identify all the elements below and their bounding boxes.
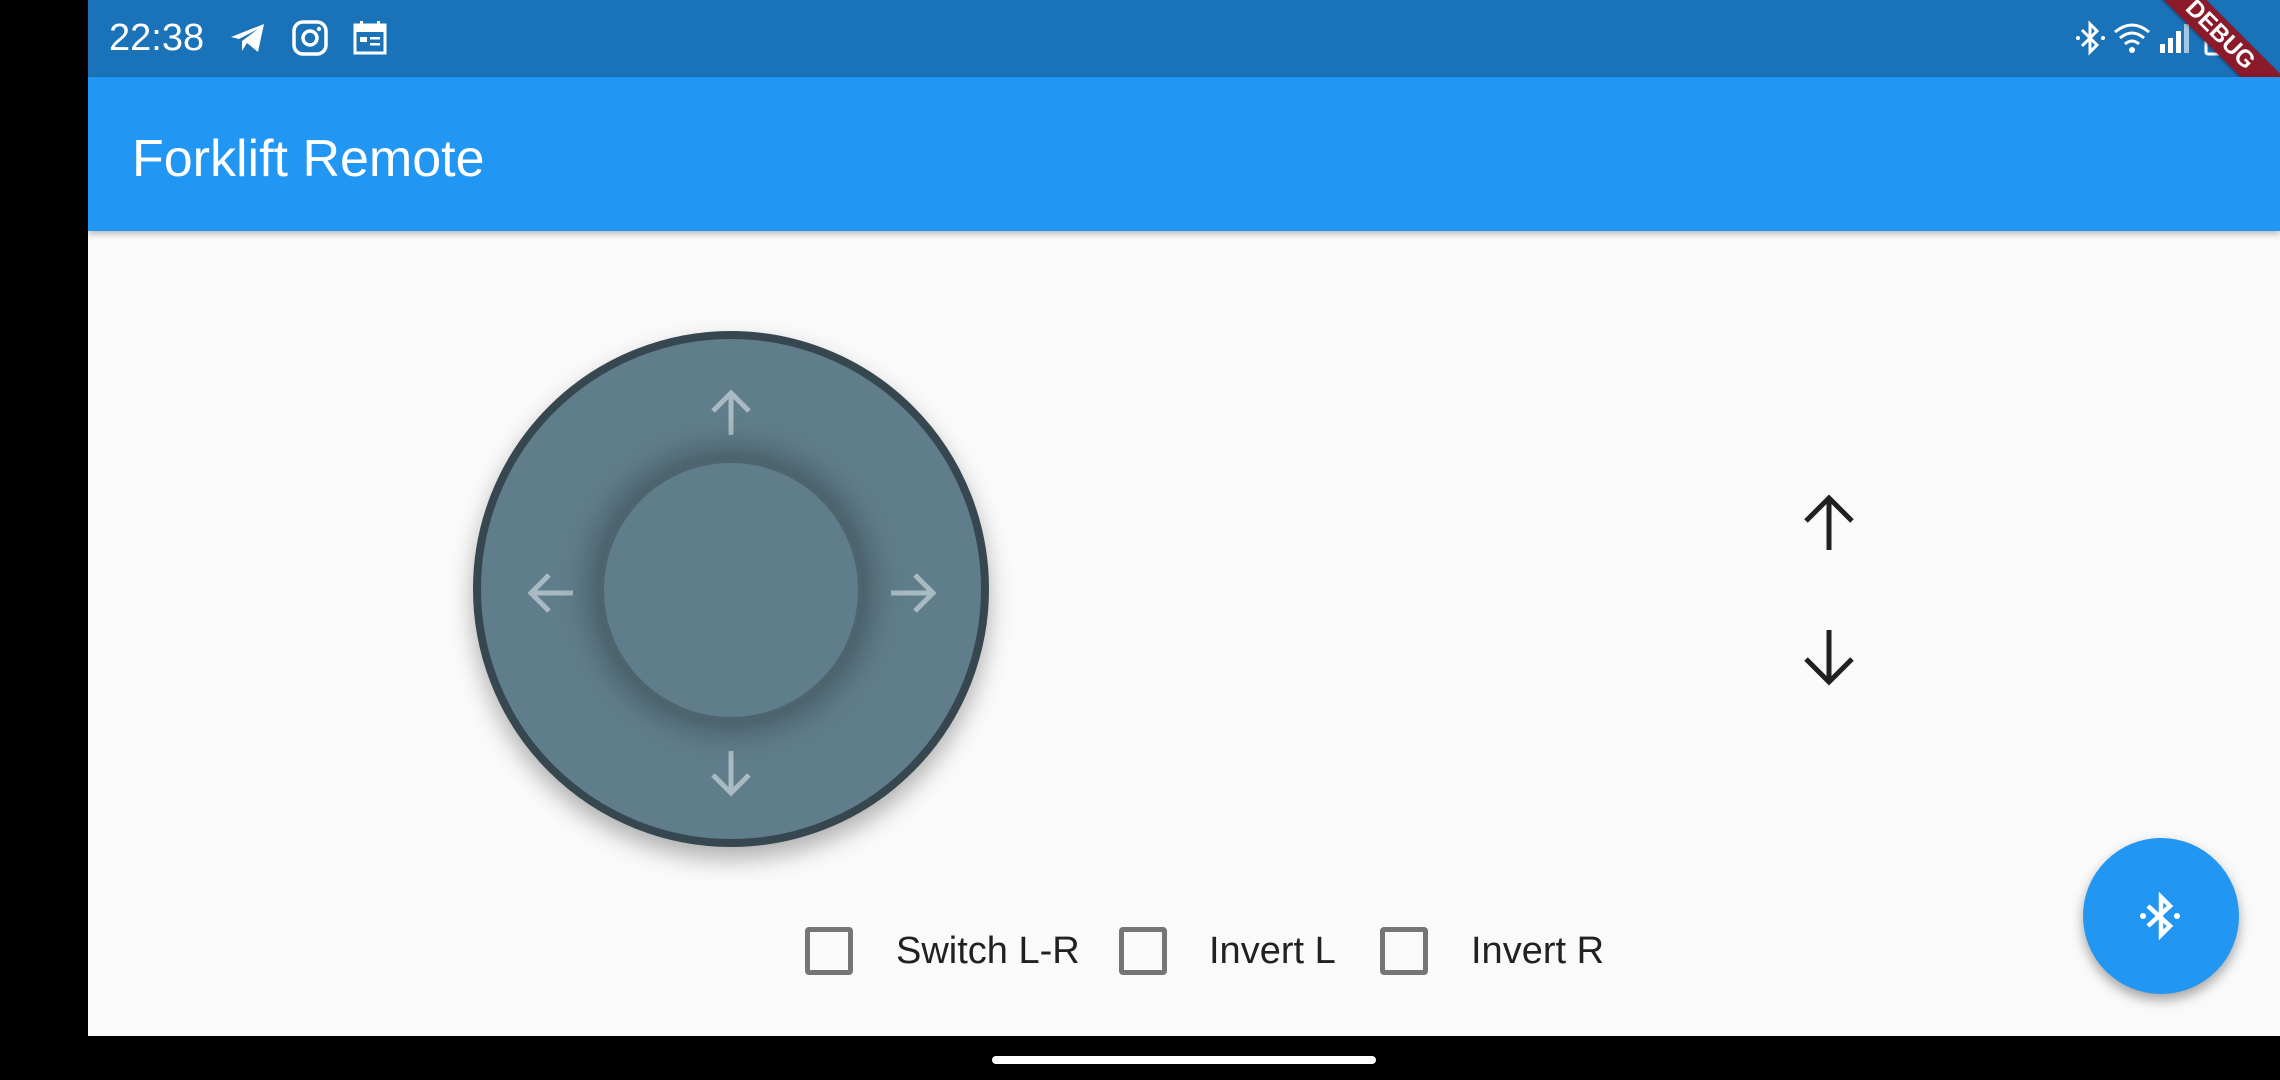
invert-l-label: Invert L <box>1209 930 1336 972</box>
joystick-knob[interactable] <box>600 459 862 721</box>
down-arrow-icon <box>711 751 751 797</box>
status-time: 22:38 <box>109 17 205 59</box>
up-arrow-icon <box>711 389 751 435</box>
navigation-handle[interactable] <box>992 1056 1376 1064</box>
bluetooth-icon <box>2076 20 2105 56</box>
wifi-icon <box>2114 23 2150 53</box>
telegram-icon <box>231 24 264 52</box>
app-bar: Forklift Remote <box>88 77 2280 231</box>
invert-r-checkbox[interactable] <box>1380 927 1428 975</box>
switch-lr-label: Switch L-R <box>896 930 1080 972</box>
lift-down-button[interactable] <box>1794 622 1864 692</box>
app-screen: 22:38 DEBUG Forklift Remote Switch L-R I… <box>88 0 2280 1036</box>
app-title: Forklift Remote <box>132 130 485 188</box>
invert-r-label: Invert R <box>1471 930 1605 972</box>
lift-up-button[interactable] <box>1794 488 1864 558</box>
invert-l-checkbox[interactable] <box>1119 927 1167 975</box>
left-arrow-icon <box>527 573 573 613</box>
joystick-pad[interactable] <box>473 331 989 847</box>
bluetooth-searching-icon <box>2140 891 2180 941</box>
bluetooth-connect-button[interactable] <box>2083 838 2239 994</box>
right-arrow-icon <box>891 573 937 613</box>
calendar-icon <box>353 21 387 55</box>
instagram-icon <box>292 20 328 56</box>
switch-lr-checkbox[interactable] <box>805 927 853 975</box>
status-bar: 22:38 DEBUG <box>88 0 2280 131</box>
